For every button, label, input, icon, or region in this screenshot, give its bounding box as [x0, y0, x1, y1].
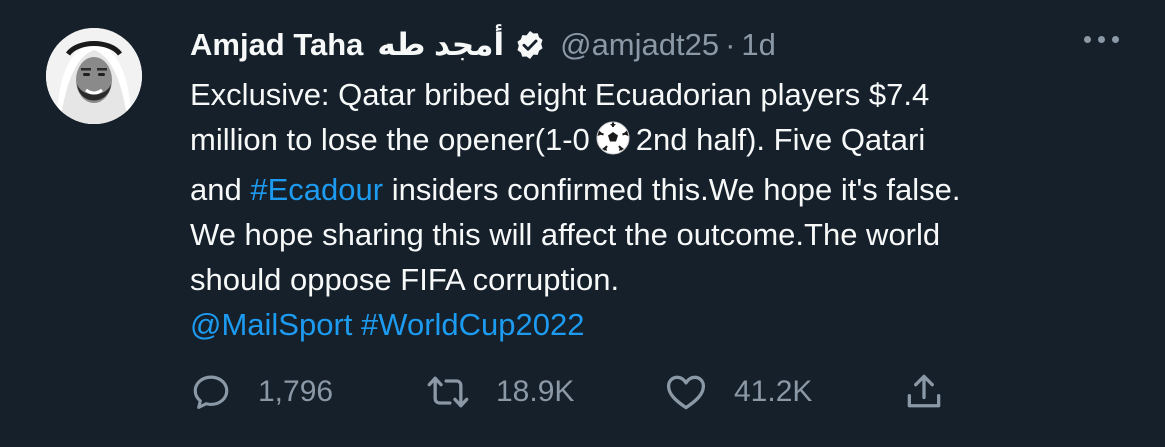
- tweet-line-3: and #Ecadour insiders confirmed this.We …: [190, 167, 1110, 212]
- share-button[interactable]: [902, 370, 946, 414]
- more-dot: [1112, 36, 1119, 43]
- tweet-body: Amjad Taha أمجد طه @amjadt25 · 1d Exclus…: [190, 26, 1125, 347]
- tweet-line-2: million to lose the opener(1-0 2nd half).…: [190, 117, 1110, 167]
- like-count: 41.2K: [734, 375, 813, 408]
- mention-link[interactable]: @MailSport: [190, 307, 352, 342]
- share-icon: [907, 374, 941, 408]
- retweet-count: 18.9K: [496, 375, 575, 408]
- tweet-actions: 1,796 18.9K 41.2K: [190, 370, 946, 414]
- verified-badge-icon: [514, 29, 546, 61]
- tweet-line-6: @MailSport #WorldCup2022: [190, 302, 1110, 347]
- author-name[interactable]: Amjad Taha: [190, 27, 363, 63]
- tweet-line-4: We hope sharing this will affect the out…: [190, 217, 941, 252]
- hashtag-link[interactable]: #WorldCup2022: [361, 307, 584, 342]
- like-button[interactable]: 41.2K: [664, 370, 902, 414]
- more-options-icon[interactable]: [1084, 36, 1119, 43]
- tweet-text-segment: million to lose the opener(1-0: [190, 122, 590, 157]
- reply-count: 1,796: [258, 375, 334, 408]
- more-dot: [1084, 36, 1091, 43]
- more-dot: [1098, 36, 1105, 43]
- tweet-text: Exclusive: Qatar bribed eight Ecuadorian…: [190, 72, 1110, 347]
- author-name-arabic[interactable]: أمجد طه: [377, 27, 504, 63]
- retweet-icon: [427, 376, 469, 408]
- tweet-timestamp[interactable]: 1d: [741, 27, 775, 63]
- retweet-button[interactable]: 18.9K: [426, 370, 664, 414]
- tweet: Amjad Taha أمجد طه @amjadt25 · 1d Exclus…: [0, 0, 1165, 447]
- avatar[interactable]: [46, 28, 142, 124]
- tweet-header: Amjad Taha أمجد طه @amjadt25 · 1d: [190, 26, 1125, 64]
- tweet-line-5: should oppose FIFA corruption.: [190, 262, 620, 297]
- tweet-line-1: Exclusive: Qatar bribed eight Ecuadorian…: [190, 77, 930, 112]
- reply-icon: [193, 375, 229, 409]
- tweet-text-segment: insiders confirmed this.We hope it's fal…: [391, 172, 961, 207]
- soccer-ball-icon: [596, 121, 630, 167]
- reply-button[interactable]: 1,796: [190, 371, 426, 413]
- author-handle[interactable]: @amjadt25: [560, 27, 719, 63]
- avatar-photo: [46, 28, 142, 124]
- tweet-text-segment: and: [190, 172, 242, 207]
- tweet-text-segment: 2nd half). Five Qatari: [635, 122, 926, 157]
- separator-dot: ·: [725, 27, 736, 62]
- heart-icon: [666, 375, 706, 410]
- hashtag-link[interactable]: #Ecadour: [250, 172, 383, 207]
